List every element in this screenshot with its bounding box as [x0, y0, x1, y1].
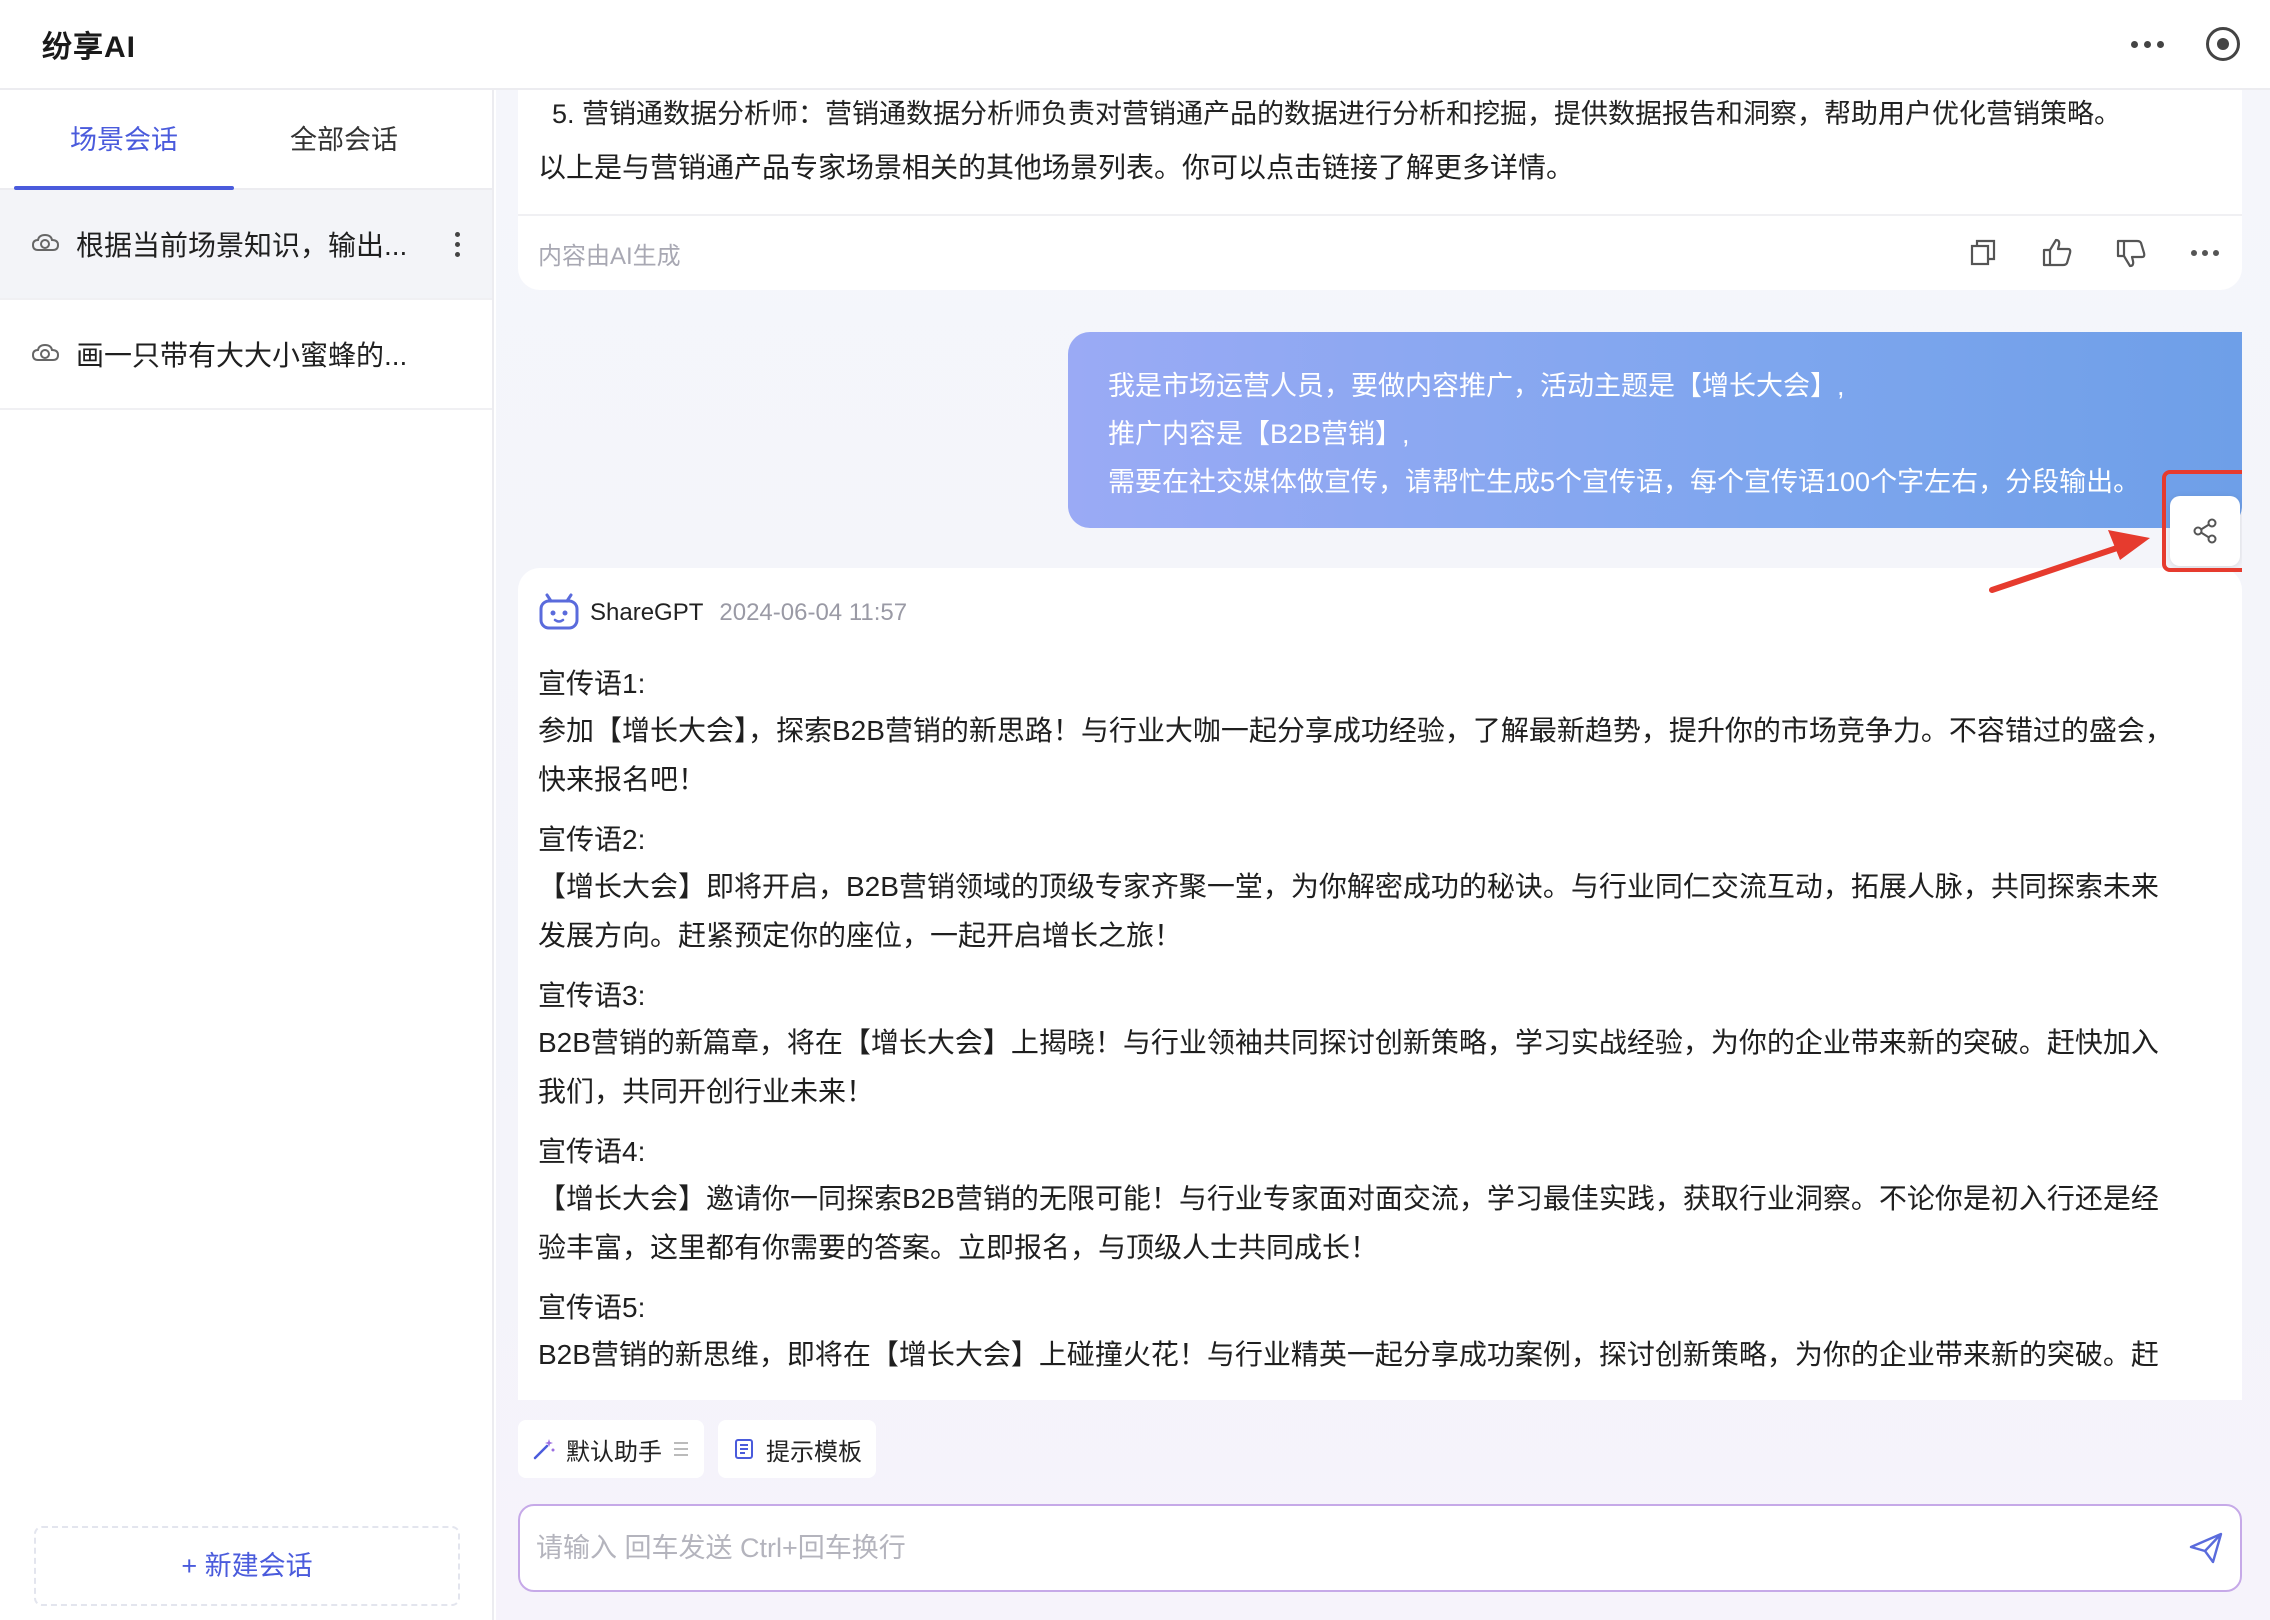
input-toolbar: 默认助手 提示模板: [518, 1420, 876, 1478]
chat-scroll[interactable]: 5. 营销通数据分析师：营销通数据分析师负责对营销通产品的数据进行分析和挖掘，提…: [518, 90, 2242, 1400]
main-chat-area: 5. 营销通数据分析师：营销通数据分析师负责对营销通产品的数据进行分析和挖掘，提…: [496, 90, 2270, 1620]
conversation-item[interactable]: 画一只带有大大小蜜蜂的...: [0, 300, 492, 410]
prompt-template-button[interactable]: 提示模板: [718, 1420, 876, 1478]
ai-message-header: ShareGPT 2024-06-04 11:57: [538, 568, 2222, 658]
slogan-line: 参加【增长大会】，探索B2B营销的新思路！与行业大咖一起分享成功经验，了解最新趋…: [538, 715, 2173, 746]
slogan-title: 宣传语2:: [538, 824, 646, 855]
ai-generated-note: 内容由AI生成: [538, 242, 681, 270]
app-title: 纷享AI: [42, 31, 136, 64]
conversation-title: 画一只带有大大小蜜蜂的...: [76, 340, 408, 371]
tab-scene-conversations[interactable]: 场景会话: [14, 90, 234, 190]
slogan-line: 发展方向。赶紧预定你的座位，一起开启增长之旅！: [538, 920, 1183, 951]
slogan-title: 宣传语3:: [538, 980, 646, 1011]
slogan-body: 【增长大会】邀请你一同探索B2B营销的无限可能！与行业专家面对面交流，学习最佳实…: [538, 1174, 2222, 1272]
tab-all-conversations[interactable]: 全部会话: [234, 90, 454, 188]
conversation-menu-icon[interactable]: [455, 231, 460, 257]
new-conversation-button[interactable]: + 新建会话: [34, 1526, 460, 1606]
message-input[interactable]: [536, 1532, 2188, 1564]
record-icon[interactable]: [2206, 27, 2240, 61]
slogan-block: 宣传语3: B2B营销的新篇章，将在【增长大会】上揭晓！与行业领袖共同探讨创新策…: [538, 974, 2222, 1116]
chat-bubble-icon: [32, 232, 62, 256]
user-message-bubble: 我是市场运营人员，要做内容推广，活动主题是【增长大会】, 推广内容是【B2B营销…: [1068, 332, 2242, 528]
slogan-title: 宣传语4:: [538, 1136, 646, 1167]
previous-ai-message: 5. 营销通数据分析师：营销通数据分析师负责对营销通产品的数据进行分析和挖掘，提…: [518, 90, 2242, 290]
more-options-icon[interactable]: [2131, 40, 2164, 48]
more-icon[interactable]: [2188, 236, 2222, 270]
slogan-title: 宣传语1:: [538, 668, 646, 699]
list-icon: [674, 1442, 688, 1456]
slogan-body: 【增长大会】即将开启，B2B营销领域的顶级专家齐聚一堂，为你解密成功的秘诀。与行…: [538, 862, 2222, 960]
bot-avatar-icon: [538, 593, 582, 633]
send-icon[interactable]: [2188, 1530, 2224, 1566]
slogan-block: 宣传语1: 参加【增长大会】，探索B2B营销的新思路！与行业大咖一起分享成功经验…: [538, 662, 2222, 804]
conversation-item[interactable]: 根据当前场景知识，输出...: [0, 190, 492, 300]
slogan-body: B2B营销的新篇章，将在【增长大会】上揭晓！与行业领袖共同探讨创新策略，学习实战…: [538, 1018, 2222, 1116]
annotation-highlight-box: [2162, 470, 2242, 572]
thumbs-up-icon[interactable]: [2040, 236, 2074, 270]
slogan-body: B2B营销的新思维，即将在【增长大会】上碰撞火花！与行业精英一起分享成功案例，探…: [538, 1330, 2222, 1379]
slogan-block: 宣传语2: 【增长大会】即将开启，B2B营销领域的顶级专家齐聚一堂，为你解密成功…: [538, 818, 2222, 960]
slogan-line: 验丰富，这里都有你需要的答案。立即报名，与顶级人士共同成长！: [538, 1232, 1379, 1263]
slogan-line: 【增长大会】邀请你一同探索B2B营销的无限可能！与行业专家面对面交流，学习最佳实…: [538, 1183, 2159, 1214]
sidebar: 场景会话 全部会话 根据当前场景知识，输出... 画一只带有大大小蜜蜂的... …: [0, 90, 494, 1620]
message-timestamp: 2024-06-04 11:57: [719, 599, 908, 626]
document-icon: [735, 1439, 753, 1459]
slogan-line: 快来报名吧！: [538, 764, 707, 795]
conversation-title: 根据当前场景知识，输出...: [76, 230, 408, 261]
slogan-line: 【增长大会】即将开启，B2B营销领域的顶级专家齐聚一堂，为你解密成功的秘诀。与行…: [538, 871, 2159, 902]
user-message-line: 我是市场运营人员，要做内容推广，活动主题是【增长大会】,: [1108, 371, 1845, 401]
user-message-line: 推广内容是【B2B营销】,: [1108, 419, 1410, 449]
conversation-tabs: 场景会话 全部会话: [0, 90, 492, 190]
slogan-body: 参加【增长大会】，探索B2B营销的新思路！与行业大咖一起分享成功经验，了解最新趋…: [538, 706, 2222, 804]
ai-reply-message: ShareGPT 2024-06-04 11:57 宣传语1: 参加【增长大会】…: [518, 568, 2242, 1400]
slogan-title: 宣传语5:: [538, 1292, 646, 1323]
slogan-line: B2B营销的新思维，即将在【增长大会】上碰撞火花！与行业精英一起分享成功案例，探…: [538, 1339, 2159, 1370]
chat-bubble-icon: [32, 342, 62, 366]
default-assistant-button[interactable]: 默认助手: [518, 1420, 704, 1478]
copy-icon[interactable]: [1966, 236, 2000, 270]
message-input-box: [518, 1504, 2242, 1592]
message-footer: 内容由AI生成: [518, 214, 2242, 290]
slogan-line: B2B营销的新篇章，将在【增长大会】上揭晓！与行业领袖共同探讨创新策略，学习实战…: [538, 1027, 2159, 1058]
slogan-line: 我们，共同开创行业未来！: [538, 1076, 875, 1107]
default-assistant-label: 默认助手: [566, 1438, 662, 1466]
prompt-template-label: 提示模板: [766, 1438, 862, 1466]
feedback-actions: [1966, 236, 2222, 270]
message-text: 5. 营销通数据分析师：营销通数据分析师负责对营销通产品的数据进行分析和挖掘，提…: [552, 99, 2122, 129]
magic-wand-icon: [533, 1439, 555, 1460]
top-actions: [2131, 27, 2240, 61]
top-bar: 纷享AI: [0, 0, 2270, 90]
bot-name: ShareGPT: [590, 599, 704, 626]
thumbs-down-icon[interactable]: [2114, 236, 2148, 270]
slogan-block: 宣传语4: 【增长大会】邀请你一同探索B2B营销的无限可能！与行业专家面对面交流…: [538, 1130, 2222, 1272]
user-message-line: 需要在社交媒体做宣传，请帮忙生成5个宣传语，每个宣传语100个字左右，分段输出。: [1108, 467, 2141, 497]
slogan-block: 宣传语5: B2B营销的新思维，即将在【增长大会】上碰撞火花！与行业精英一起分享…: [538, 1286, 2222, 1379]
message-text: 以上是与营销通产品专家场景相关的其他场景列表。你可以点击链接了解更多详情。: [538, 152, 1575, 183]
